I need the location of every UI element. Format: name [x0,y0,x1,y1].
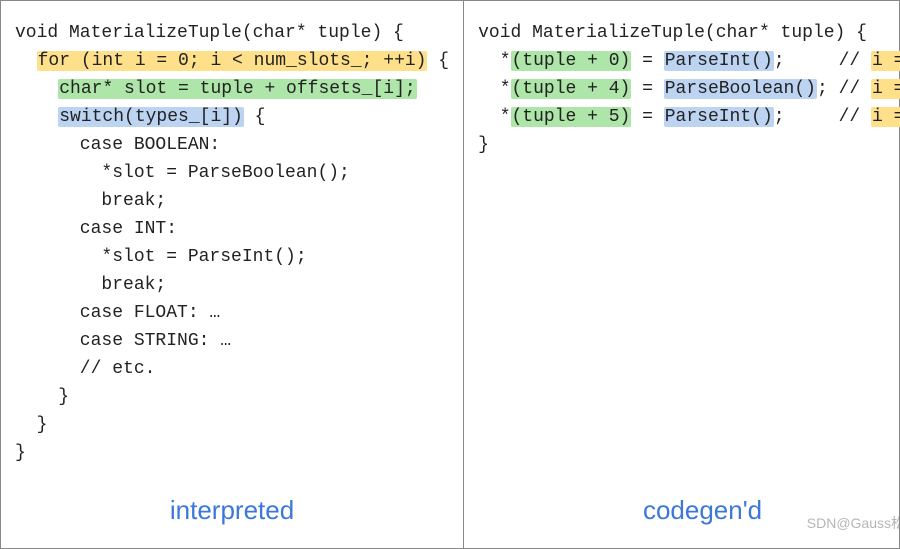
code-text: ; // [774,51,871,71]
call-expr: ParseBoolean() [664,79,817,99]
index-comment: i = 1 [871,79,900,99]
code-line: case STRING: … [15,331,231,351]
code-block-right: void MaterializeTuple(char* tuple) { *(t… [478,19,900,159]
code-line: break; [15,275,166,295]
code-text: = [631,79,663,99]
code-line: case BOOLEAN: [15,135,220,155]
code-text: ; // [774,107,871,127]
code-line: // etc. [15,359,155,379]
addr-expr: (tuple + 4) [511,79,632,99]
for-loop: for (int i = 0; i < num_slots_; ++i) [37,51,428,71]
index-comment: i = 0 [871,51,900,71]
code-text: = [631,107,663,127]
caption-right: codegen'd [464,490,900,532]
code-line: case INT: [15,219,177,239]
code-text: ; // [817,79,871,99]
addr-expr: (tuple + 5) [511,107,632,127]
call-expr: ParseInt() [664,107,774,127]
code-text: * [478,79,510,99]
code-text: * [478,51,510,71]
code-text: = [631,51,663,71]
code-text: { [244,107,266,127]
code-line: *slot = ParseInt(); [15,247,307,267]
switch-stmt: switch(types_[i]) [58,107,244,127]
code-line: } [478,135,489,155]
addr-expr: (tuple + 0) [511,51,632,71]
call-expr: ParseInt() [664,51,774,71]
code-line: } [15,415,47,435]
code-line: *slot = ParseBoolean(); [15,163,350,183]
code-block-left: void MaterializeTuple(char* tuple) { for… [15,19,449,467]
code-line: void MaterializeTuple(char* tuple) { [15,23,404,43]
panel-interpreted: void MaterializeTuple(char* tuple) { for… [1,1,464,548]
code-line: } [15,443,26,463]
slot-assign: char* slot = tuple + offsets_[i]; [58,79,416,99]
code-line: case FLOAT: … [15,303,220,323]
code-text: { [427,51,449,71]
code-line: } [15,387,69,407]
code-text: * [478,107,510,127]
code-comparison: void MaterializeTuple(char* tuple) { for… [0,0,900,549]
code-line: void MaterializeTuple(char* tuple) { [478,23,867,43]
panel-codegen: void MaterializeTuple(char* tuple) { *(t… [464,1,900,548]
code-line: break; [15,191,166,211]
index-comment: i = 2 [871,107,900,127]
caption-left: interpreted [1,490,463,532]
